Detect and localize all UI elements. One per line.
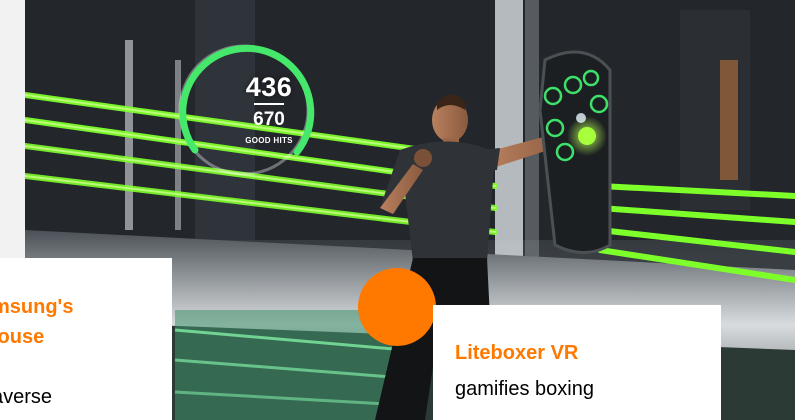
article-slide: 436 670 GOOD HITS msung's louse averse L…	[0, 0, 795, 420]
story-title: Liteboxer VR	[455, 342, 579, 364]
story-title-line-2: louse	[0, 326, 45, 348]
story-title: msung's louse	[0, 292, 172, 352]
story-card-right[interactable]: Liteboxer VR gamifies boxing	[433, 305, 721, 420]
good-hits-caption: GOOD HITS	[245, 136, 293, 145]
story-card-left[interactable]: msung's louse averse	[0, 258, 172, 420]
story-description: gamifies boxing	[455, 378, 594, 400]
hud-divider	[254, 103, 284, 105]
orange-circle-icon	[358, 268, 436, 346]
story-description: averse	[0, 386, 53, 408]
good-hits-count: 436	[245, 72, 293, 102]
total-hits-count: 670	[253, 109, 285, 130]
story-title-line-1: msung's	[0, 296, 74, 318]
